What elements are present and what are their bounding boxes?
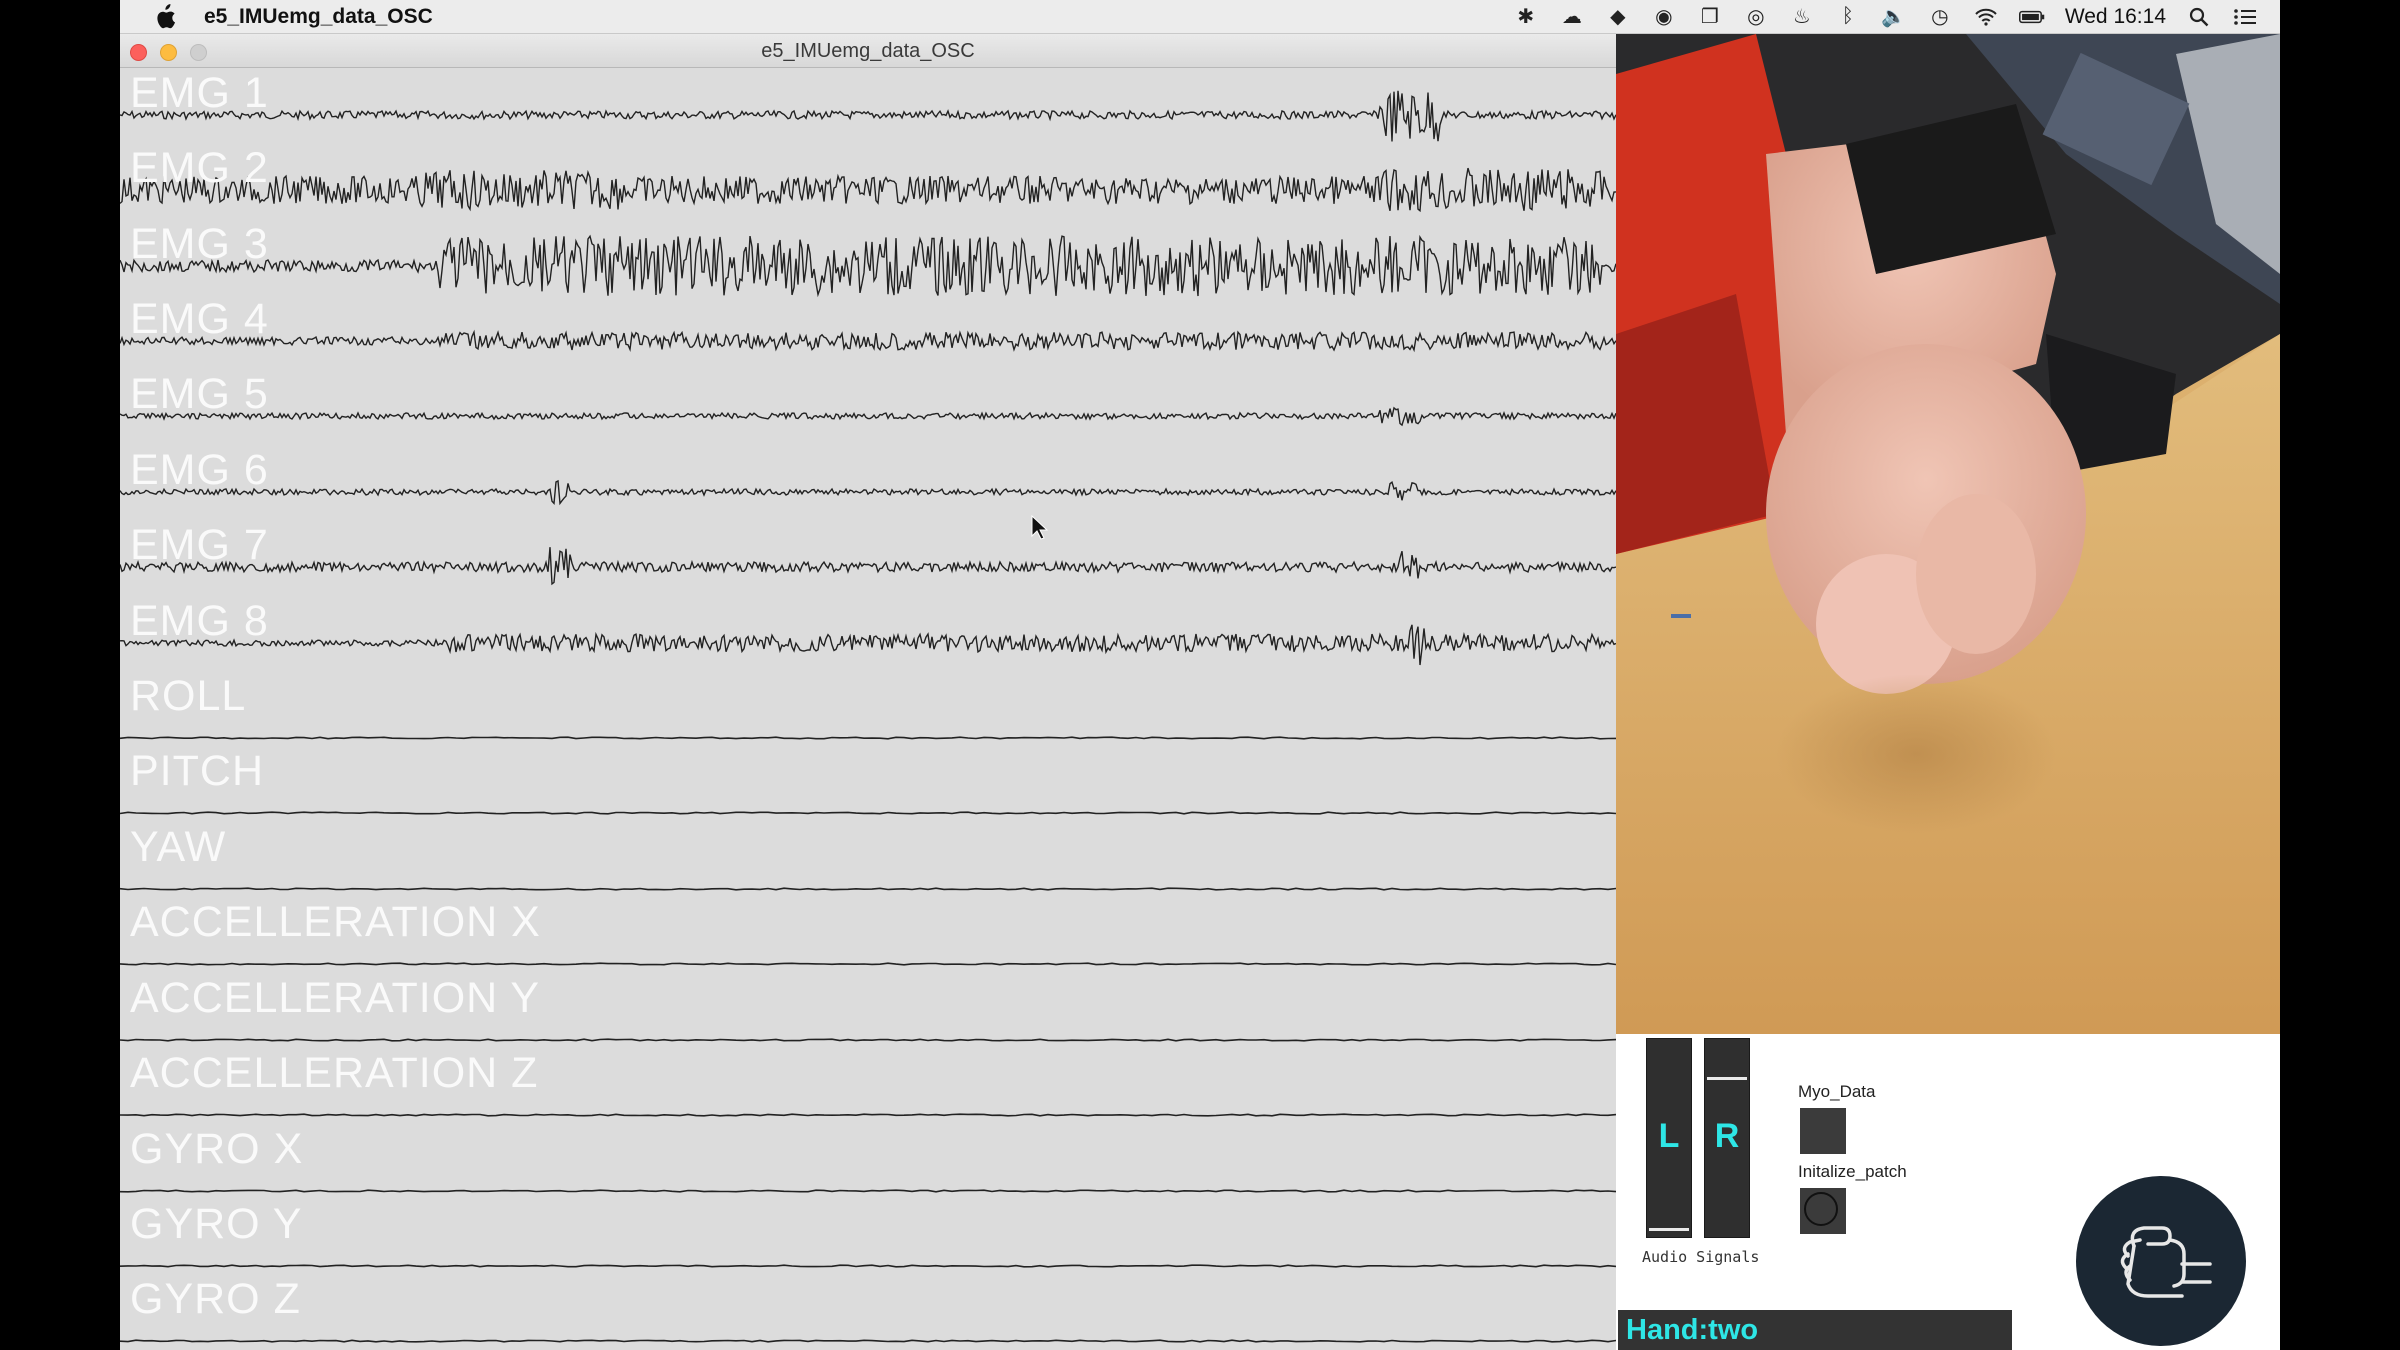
signal-plot-area: EMG 1 EMG 2 EMG 3 EMG 4 EMG 5 EMG 6 EMG 7 EMG 8… [120, 68, 1616, 1350]
battery-icon[interactable] [2018, 4, 2045, 30]
signal-trace-emg-8 [120, 624, 1616, 666]
time-machine-icon[interactable]: ◷ [1927, 4, 1953, 30]
signal-trace-emg-5 [120, 406, 1616, 427]
channel-label-emg-6: EMG 6 [130, 446, 269, 494]
channel-label-emg-5: EMG 5 [130, 370, 269, 418]
signal-trace-gyro-y [120, 1264, 1616, 1268]
creative-cloud-icon[interactable]: ☁ [1559, 4, 1585, 30]
status-area: ✱ ☁ ◆ ◉ ❐ ◎ ♨ ᛒ 🔈 ◷ Wed 16:14 [1513, 4, 2258, 30]
webcam-video [1616, 34, 2280, 1034]
signal-trace-emg-2 [120, 167, 1616, 213]
channel-label-gyro-z: GYRO Z [130, 1275, 301, 1323]
channel-label-emg-7: EMG 7 [130, 521, 269, 569]
bluetooth-icon[interactable]: ᛒ [1835, 4, 1861, 30]
audio-meter-left[interactable]: L [1646, 1038, 1692, 1238]
channel-label-roll: ROLL [130, 672, 247, 720]
signal-trace-emg-1 [120, 90, 1616, 142]
flame-icon[interactable]: ♨ [1789, 4, 1815, 30]
signal-trace-accelleration-y [120, 1038, 1616, 1042]
channel-label-emg-2: EMG 2 [130, 144, 269, 192]
signal-trace-roll [120, 736, 1616, 740]
signal-trace-pitch [120, 811, 1616, 815]
signal-trace-gyro-x [120, 1189, 1616, 1193]
menu-bar: e5_IMUemg_data_OSC ✱ ☁ ◆ ◉ ❐ ◎ ♨ ᛒ 🔈 ◷ W… [120, 0, 2280, 34]
meter-left-level [1649, 1228, 1689, 1231]
signal-trace-emg-6 [120, 479, 1616, 506]
apple-menu-icon[interactable] [150, 2, 180, 32]
signal-traces [120, 90, 1616, 1343]
hand-status-text: Hand:two [1626, 1314, 1759, 1346]
channel-label-yaw: YAW [130, 823, 227, 871]
channel-label-accelleration-y: ACCELLERATION Y [130, 974, 541, 1022]
control-panel: L R Audio Signals Myo_Data Initalize_pat… [1616, 1034, 2280, 1350]
channel-label-emg-4: EMG 4 [130, 295, 269, 343]
audio-signals-label: Audio Signals [1642, 1248, 1760, 1266]
app-window: e5_IMUemg_data_OSC EMG 1 EMG 2 EMG 3 EMG 4E… [120, 34, 2280, 1350]
channel-label-gyro-x: GYRO X [130, 1125, 304, 1173]
myo-data-toggle[interactable] [1800, 1108, 1846, 1154]
channel-label-emg-3: EMG 3 [130, 220, 269, 268]
channel-label-emg-8: EMG 8 [130, 597, 269, 645]
wifi-icon[interactable] [1973, 4, 1999, 30]
bang-circle [1804, 1192, 1838, 1226]
myo-data-label: Myo_Data [1798, 1082, 1876, 1101]
hand-status-box: Hand:two [1618, 1310, 2012, 1350]
fist-gesture-icon [2076, 1176, 2246, 1346]
channel-label-pitch: PITCH [130, 747, 264, 795]
signal-trace-accelleration-z [120, 1113, 1616, 1117]
signal-trace-yaw [120, 887, 1616, 891]
signal-trace-accelleration-x [120, 962, 1616, 966]
video-frame [1616, 34, 2280, 1034]
channel-label-accelleration-x: ACCELLERATION X [130, 898, 541, 946]
audio-meter-right[interactable]: R [1704, 1038, 1750, 1238]
volume-icon[interactable]: 🔈 [1881, 4, 1907, 30]
signal-trace-gyro-z [120, 1339, 1616, 1343]
asterisk-icon[interactable]: ✱ [1513, 4, 1539, 30]
sync-icon[interactable]: ◎ [1743, 4, 1769, 30]
channel-label-gyro-y: GYRO Y [130, 1200, 303, 1248]
initialize-patch-label: Initalize_patch [1798, 1162, 1907, 1181]
meter-left-letter: L [1658, 1117, 1680, 1155]
signal-trace-emg-3 [120, 234, 1616, 298]
meter-right-level [1707, 1077, 1747, 1080]
signal-trace-emg-7 [120, 547, 1616, 586]
app-name-menu[interactable]: e5_IMUemg_data_OSC [204, 5, 433, 29]
mouse-cursor [1031, 514, 1049, 540]
signal-trace-emg-4 [120, 329, 1616, 353]
notification-center-icon[interactable] [2232, 4, 2258, 30]
record-icon[interactable]: ◉ [1651, 4, 1677, 30]
window-title: e5_IMUemg_data_OSC [761, 40, 975, 62]
channel-label-emg-1: EMG 1 [130, 69, 269, 117]
spotlight-icon[interactable] [2186, 4, 2212, 30]
clock[interactable]: Wed 16:14 [2065, 5, 2166, 29]
channel-label-accelleration-z: ACCELLERATION Z [130, 1049, 539, 1097]
layers-icon[interactable]: ❐ [1697, 4, 1723, 30]
initialize-patch-bang[interactable] [1800, 1188, 1846, 1234]
meter-right-letter: R [1714, 1117, 1740, 1155]
dropbox-icon[interactable]: ◆ [1605, 4, 1631, 30]
